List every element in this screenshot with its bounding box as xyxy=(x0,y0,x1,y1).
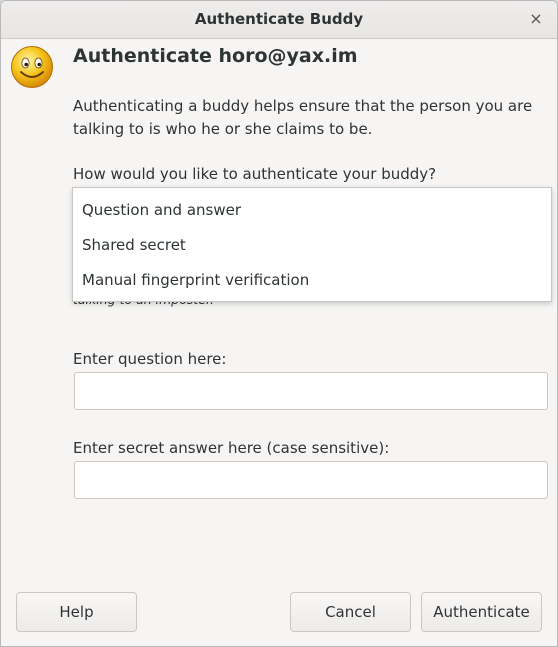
authenticate-buddy-dialog: Authenticate Buddy × Authenticate horo@y… xyxy=(0,0,558,647)
cancel-button[interactable]: Cancel xyxy=(290,592,411,632)
dropdown-option-manual-fingerprint[interactable]: Manual fingerprint verification xyxy=(82,271,309,289)
method-question-label: How would you like to authenticate your … xyxy=(73,165,437,183)
answer-input[interactable] xyxy=(74,461,548,499)
close-icon[interactable]: × xyxy=(525,8,547,30)
dropdown-option-shared-secret[interactable]: Shared secret xyxy=(82,236,186,254)
authenticate-button[interactable]: Authenticate xyxy=(421,592,542,632)
answer-label: Enter secret answer here (case sensitive… xyxy=(73,439,390,457)
smiley-face-icon xyxy=(11,46,53,88)
help-button[interactable]: Help xyxy=(16,592,137,632)
description-text: Authenticating a buddy helps ensure that… xyxy=(73,97,533,138)
titlebar[interactable]: Authenticate Buddy × xyxy=(1,1,557,39)
dropdown-option-question-and-answer[interactable]: Question and answer xyxy=(82,201,241,219)
dialog-heading: Authenticate horo@yax.im xyxy=(73,45,358,67)
question-label: Enter question here: xyxy=(73,350,227,368)
auth-method-dropdown[interactable]: Question and answer Shared secret Manual… xyxy=(72,187,552,302)
question-input[interactable] xyxy=(74,372,548,410)
window-title: Authenticate Buddy xyxy=(194,10,364,28)
